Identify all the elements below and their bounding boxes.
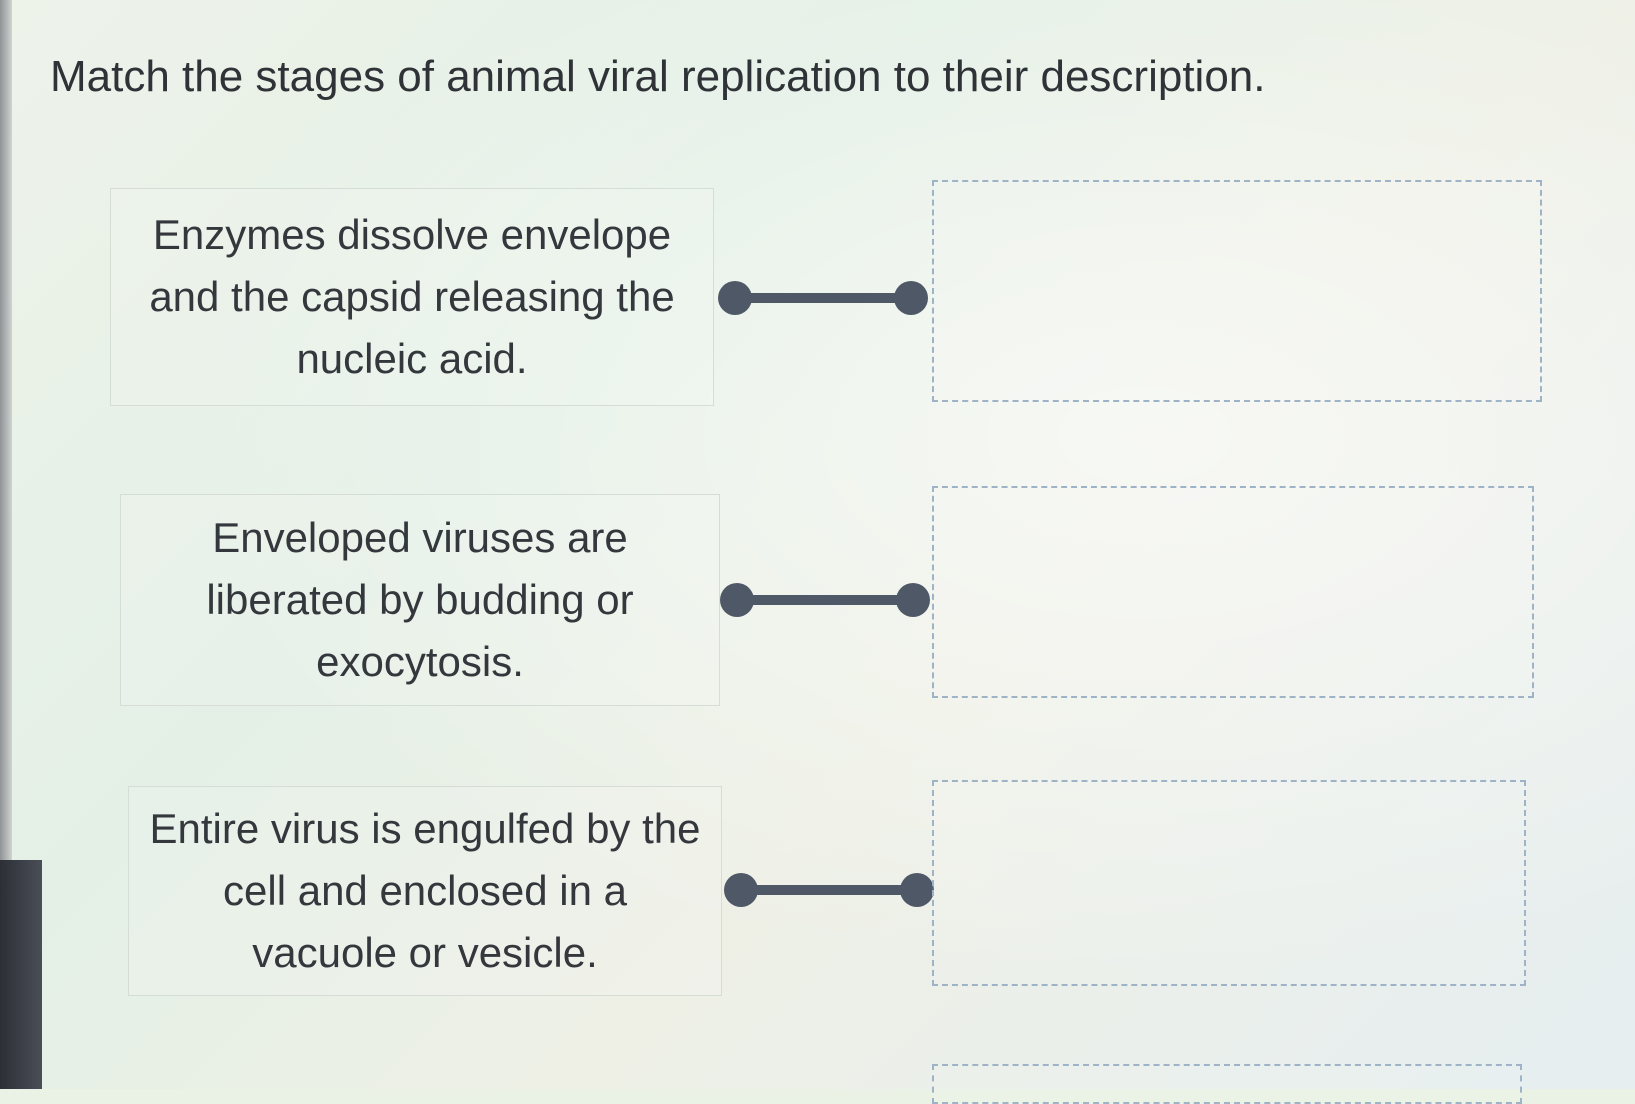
answer-drop-zone-1[interactable]	[932, 180, 1542, 402]
monitor-bezel	[0, 860, 42, 1089]
connector-line	[740, 885, 918, 895]
monitor-bezel-edge	[0, 0, 12, 860]
connector-line	[734, 293, 912, 303]
answer-drop-zone-2[interactable]	[932, 486, 1534, 698]
answer-drop-zone-3[interactable]	[932, 780, 1526, 986]
connector-start-handle[interactable]	[720, 583, 754, 617]
question-prompt: Match the stages of animal viral replica…	[50, 52, 1266, 101]
match-connector-2[interactable]	[720, 583, 930, 617]
connector-start-handle[interactable]	[724, 873, 758, 907]
connector-end-handle[interactable]	[894, 281, 928, 315]
connector-end-handle[interactable]	[896, 583, 930, 617]
description-card-2[interactable]: Enveloped viruses are liberated by buddi…	[120, 494, 720, 706]
description-text: Enzymes dissolve envelope and the capsid…	[149, 211, 675, 382]
connector-line	[736, 595, 914, 605]
answer-drop-zone-4[interactable]	[932, 1064, 1522, 1104]
description-text: Enveloped viruses are liberated by buddi…	[206, 514, 634, 685]
description-card-1[interactable]: Enzymes dissolve envelope and the capsid…	[110, 188, 714, 406]
connector-end-handle[interactable]	[900, 873, 934, 907]
connector-start-handle[interactable]	[718, 281, 752, 315]
description-text: Entire virus is engulfed by the cell and…	[149, 805, 701, 976]
match-connector-3[interactable]	[724, 873, 934, 907]
description-card-3[interactable]: Entire virus is engulfed by the cell and…	[128, 786, 722, 996]
match-connector-1[interactable]	[718, 281, 928, 315]
